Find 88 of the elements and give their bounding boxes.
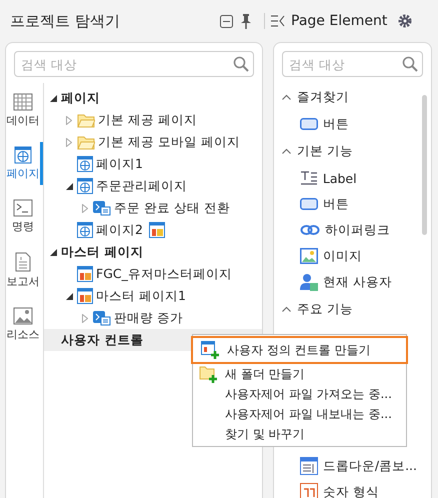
tree-label[interactable]: 기본 제공 모바일 페이지 — [98, 134, 240, 150]
tree-row[interactable]: 주문 완료 상태 전환 — [44, 197, 262, 219]
expanded-arrow-icon[interactable] — [66, 292, 72, 300]
element-item[interactable]: 숫자 형식 — [274, 479, 417, 498]
chevron-up-icon[interactable] — [282, 148, 291, 154]
tree-label[interactable]: 마스터 페이지1 — [96, 288, 186, 304]
element-item[interactable]: Label — [274, 165, 417, 191]
group-label: 기본 기능 — [296, 142, 353, 160]
button-shape-icon — [300, 118, 318, 130]
grid-icon — [13, 93, 33, 111]
menu-item[interactable]: 새 폴더 만들기 — [193, 364, 406, 384]
collapse-icon[interactable] — [220, 14, 233, 28]
element-item[interactable]: 드롭다운/콤보... — [274, 453, 417, 479]
search-field[interactable]: 검색 대상 — [14, 51, 254, 77]
element-item[interactable]: 버튼 — [274, 191, 417, 217]
menu-item[interactable]: 찾기 및 바꾸기 — [193, 424, 406, 444]
tree-row[interactable]: 페이지 — [44, 87, 262, 109]
folder-icon — [77, 112, 95, 128]
element-item[interactable]: 하이퍼링크 — [274, 217, 417, 243]
action-icon — [93, 310, 111, 326]
tree-label[interactable]: 기본 제공 페이지 — [98, 112, 197, 128]
panel-title: 프로젝트 탐색기 — [9, 12, 121, 30]
tree-row[interactable]: 주문관리페이지 — [44, 175, 262, 197]
side-tab[interactable]: 데이터 — [6, 89, 43, 132]
group-header[interactable]: 즐겨찾기 — [274, 83, 417, 111]
tree-row[interactable]: 마스터 페이지1 — [44, 285, 262, 307]
tree-row[interactable]: 페이지2 — [44, 219, 262, 241]
tree-label[interactable]: 주문관리페이지 — [96, 178, 187, 194]
search-icon[interactable] — [232, 56, 249, 72]
globe-page-icon — [77, 178, 93, 194]
tree-label[interactable]: FGC_유저마스터페이지 — [96, 266, 232, 282]
side-tab[interactable]: 명령 — [6, 195, 43, 238]
panel-title: Page Element — [291, 13, 388, 29]
element-item[interactable]: 현재 사용자 — [274, 269, 417, 295]
element-item[interactable]: 버튼 — [274, 111, 417, 137]
chain-link-icon — [300, 224, 320, 236]
settings-icon[interactable] — [398, 14, 412, 28]
chevron-up-icon[interactable] — [282, 94, 291, 100]
tree-row[interactable]: 기본 제공 페이지 — [44, 109, 262, 131]
globe-page-icon — [77, 222, 93, 238]
add-control-icon — [201, 341, 219, 359]
globe-page-icon — [77, 156, 93, 172]
expanded-arrow-icon[interactable] — [66, 182, 72, 190]
add-folder-icon — [199, 365, 217, 383]
tree-label[interactable]: 마스터 페이지 — [61, 244, 144, 260]
expanded-arrow-icon[interactable] — [50, 248, 56, 256]
button-shape-icon — [300, 198, 318, 210]
layout-icon — [77, 266, 93, 282]
image-icon — [13, 307, 33, 325]
text-lines-icon — [300, 170, 318, 186]
element-item[interactable]: 이미지 — [274, 243, 417, 269]
layout-icon — [77, 288, 93, 304]
group-label: 즐겨찾기 — [296, 88, 349, 106]
user-icon — [300, 273, 318, 291]
tree-label[interactable]: 판매량 증가 — [114, 310, 183, 326]
tree-row[interactable]: 페이지1 — [44, 153, 262, 175]
scrollbar[interactable] — [422, 95, 427, 235]
tree-label[interactable]: 페이지2 — [96, 222, 143, 238]
globe-page-icon — [14, 146, 32, 164]
group-header[interactable]: 주요 기능 — [274, 295, 417, 323]
expanded-arrow-icon[interactable] — [50, 94, 56, 102]
side-tab[interactable]: 페이지 — [6, 142, 43, 185]
tree-row[interactable]: FGC_유저마스터페이지 — [44, 263, 262, 285]
collapse-list-icon[interactable] — [271, 15, 285, 27]
report-icon — [15, 252, 31, 272]
menu-item[interactable]: 사용자제어 파일 내보내는 중... — [193, 404, 406, 424]
side-tab[interactable]: 보고서 — [6, 248, 43, 293]
image-icon — [300, 248, 318, 264]
search-icon[interactable] — [402, 56, 418, 72]
tree-label[interactable]: 페이지 — [61, 90, 100, 106]
dropdown-list-icon — [300, 457, 318, 475]
menu-item[interactable]: 사용자제어 파일 가져오는 중... — [193, 384, 406, 404]
group-header[interactable]: 기본 기능 — [274, 137, 417, 165]
search-field[interactable]: 검색 대상 — [282, 51, 423, 77]
tree-row[interactable]: 기본 제공 모바일 페이지 — [44, 131, 262, 153]
side-tab[interactable]: 리소스 — [6, 303, 43, 346]
chevron-up-icon[interactable] — [282, 306, 291, 312]
folder-icon — [77, 134, 95, 150]
tree-label[interactable]: 페이지1 — [96, 156, 143, 172]
tree-label[interactable]: 주문 완료 상태 전환 — [114, 200, 230, 216]
tree-row[interactable]: 판매량 증가 — [44, 307, 262, 329]
action-icon — [93, 200, 111, 216]
menu-item[interactable]: 사용자 정의 컨트롤 만들기 — [191, 336, 408, 364]
terminal-icon — [13, 199, 33, 217]
pin-icon[interactable] — [241, 14, 251, 28]
tree-label[interactable]: 사용자 컨트롤 — [61, 332, 144, 348]
group-label: 주요 기능 — [296, 300, 353, 318]
tree-row[interactable]: 마스터 페이지 — [44, 241, 262, 263]
